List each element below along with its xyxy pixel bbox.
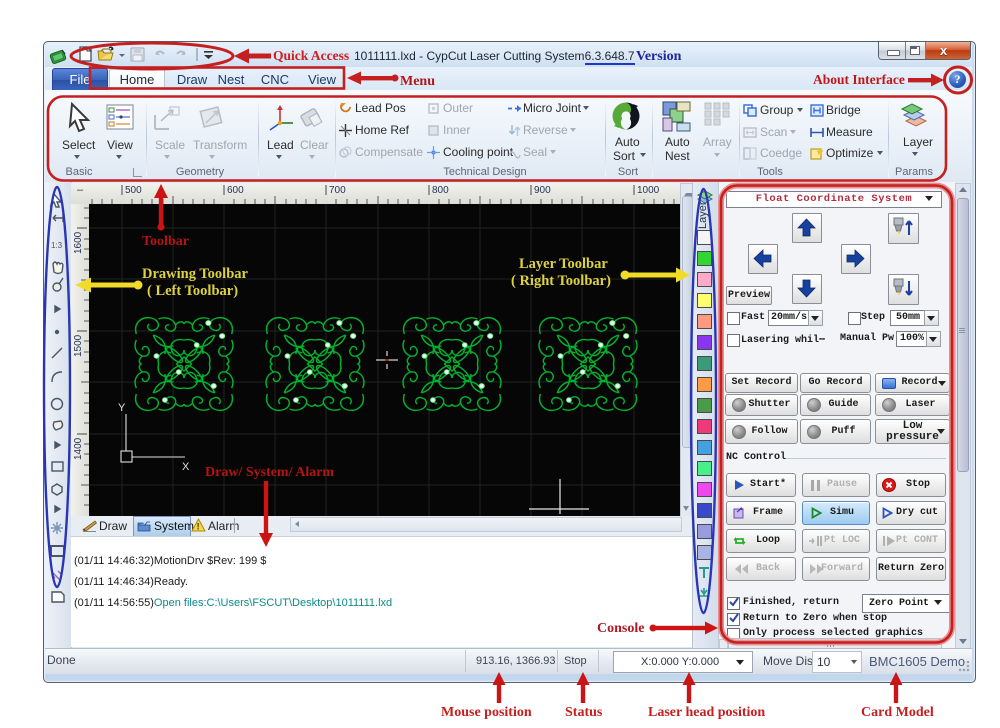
svg-text:600: 600 bbox=[227, 185, 244, 196]
svg-text:!: ! bbox=[197, 522, 200, 532]
svg-text:1:3: 1:3 bbox=[51, 241, 63, 250]
svg-text:1000: 1000 bbox=[637, 185, 660, 196]
svg-text:X: X bbox=[182, 461, 190, 473]
svg-text:1600: 1600 bbox=[73, 231, 84, 254]
svg-text:1500: 1500 bbox=[73, 334, 84, 357]
svg-text:Layer: Layer bbox=[697, 201, 709, 229]
svg-text:500: 500 bbox=[125, 185, 142, 196]
svg-text:700: 700 bbox=[329, 185, 346, 196]
svg-text:900: 900 bbox=[534, 185, 551, 196]
svg-text:1400: 1400 bbox=[73, 437, 84, 460]
svg-text:Y: Y bbox=[118, 402, 126, 414]
svg-text:800: 800 bbox=[432, 185, 449, 196]
